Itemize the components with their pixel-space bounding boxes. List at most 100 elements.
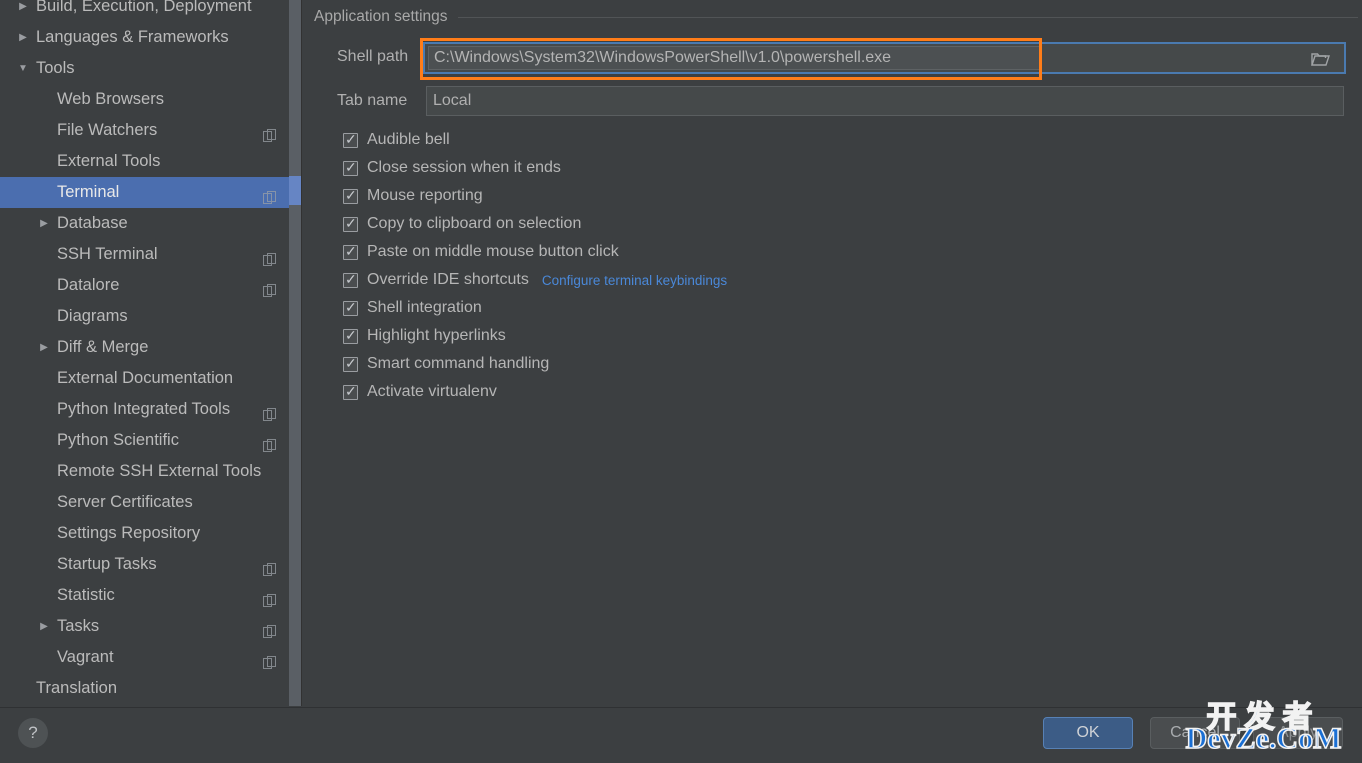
sidebar-item-diagrams[interactable]: Diagrams [0, 301, 289, 332]
sidebar-item-terminal[interactable]: Terminal [0, 177, 289, 208]
sidebar-item-web-browsers[interactable]: Web Browsers [0, 84, 289, 115]
sidebar-item-label: Python Integrated Tools [57, 400, 231, 418]
sidebar-item-external-tools[interactable]: External Tools [0, 146, 289, 177]
settings-category-tree[interactable]: ▶ Build, Execution, Deployment ▶ Languages … [0, 0, 289, 706]
sidebar-item-vagrant[interactable]: Vagrant [0, 642, 289, 673]
sidebar-item-label: Diagrams [57, 307, 128, 325]
chevron-right-icon[interactable]: ▶ [16, 22, 30, 53]
check-icon: ✓ [345, 270, 357, 287]
sidebar-item-server-certificates[interactable]: Server Certificates [0, 487, 289, 518]
checkbox-activate-virtualenv[interactable]: ✓ [343, 383, 358, 400]
sidebar-item-diff-merge[interactable]: ▶ Diff & Merge [0, 332, 289, 363]
sidebar-item-external-documentation[interactable]: External Documentation [0, 363, 289, 394]
shell-path-input[interactable]: C:\Windows\System32\WindowsPowerShell\v1… [428, 46, 1040, 70]
checkbox-label: Smart command handling [367, 355, 550, 372]
tab-name-label: Tab name [337, 92, 408, 109]
chevron-right-icon[interactable]: ▶ [37, 208, 51, 239]
check-icon: ✓ [345, 158, 357, 175]
sidebar-item-startup-tasks[interactable]: Startup Tasks [0, 549, 289, 580]
checkbox-audible-bell[interactable]: ✓ [343, 130, 358, 148]
sidebar-item-statistic[interactable]: Statistic [0, 580, 289, 611]
sidebar-item-translation[interactable]: Translation [0, 673, 289, 704]
sidebar-item-label: Translation [36, 679, 118, 697]
chevron-down-icon[interactable]: ▼ [16, 53, 30, 84]
checkbox-override-ide-shortcuts[interactable]: ✓ [343, 270, 358, 288]
section-header: Application settings [314, 6, 1358, 28]
chevron-right-icon[interactable]: ▶ [37, 611, 51, 642]
sidebar-item-label: Database [57, 214, 128, 232]
sidebar-item-label: Languages & Frameworks [36, 28, 229, 46]
sidebar-scrollbar-thumb[interactable] [289, 0, 301, 706]
sidebar-item-label: Remote SSH External Tools [57, 462, 262, 480]
copy-icon [263, 185, 277, 204]
folder-icon[interactable] [1310, 51, 1330, 68]
sidebar-item-label: Statistic [57, 586, 115, 604]
copy-icon [263, 650, 277, 669]
sidebar-item-python-scientific[interactable]: Python Scientific [0, 425, 289, 456]
sidebar-item-datalore[interactable]: Datalore [0, 270, 289, 301]
option-row[interactable]: ✓ Mouse reporting [343, 182, 1243, 210]
settings-dialog: ▶ Build, Execution, Deployment ▶ Languages … [0, 0, 1362, 763]
tab-name-row: Tab name Local [302, 86, 1362, 116]
configure-terminal-keybindings-link[interactable]: Configure terminal keybindings [542, 273, 727, 288]
checkbox-paste-on-middle-mouse-button-click[interactable]: ✓ [343, 242, 358, 260]
sidebar-item-label: Python Scientific [57, 431, 179, 449]
sidebar-item-label: Datalore [57, 276, 120, 294]
chevron-right-icon[interactable]: ▶ [16, 0, 30, 22]
sidebar-item-database[interactable]: ▶ Database [0, 208, 289, 239]
checkbox-label: Close session when it ends [367, 159, 561, 176]
option-row[interactable]: ✓ Shell integration [343, 294, 1243, 322]
sidebar-item-ssh-terminal[interactable]: SSH Terminal [0, 239, 289, 270]
sidebar-item-file-watchers[interactable]: File Watchers [0, 115, 289, 146]
check-icon: ✓ [345, 186, 357, 203]
check-icon: ✓ [345, 354, 357, 371]
sidebar-item-label: Terminal [57, 183, 120, 201]
cancel-button[interactable]: Cancel [1150, 717, 1240, 749]
checkbox-shell-integration[interactable]: ✓ [343, 298, 358, 316]
sidebar-item-python-integrated-tools[interactable]: Python Integrated Tools [0, 394, 289, 425]
terminal-settings-panel: Application settings Shell path C:\Windo… [302, 0, 1362, 706]
checkbox-label: Copy to clipboard on selection [367, 215, 582, 232]
apply-button[interactable]: Apply [1253, 717, 1343, 749]
checkbox-smart-command-handling[interactable]: ✓ [343, 354, 358, 372]
terminal-options-list: ✓ Audible bell ✓ Close session when it ends… [343, 126, 1243, 406]
check-icon: ✓ [345, 242, 357, 259]
copy-icon [263, 278, 277, 297]
sidebar-item-tasks[interactable]: ▶ Tasks [0, 611, 289, 642]
option-row[interactable]: ✓ Activate virtualenv [343, 378, 1243, 406]
checkbox-label: Audible bell [367, 131, 450, 148]
sidebar-scrollbar-thumb-highlight [289, 176, 301, 205]
sidebar-item-settings-repository[interactable]: Settings Repository [0, 518, 289, 549]
sidebar-item-tools[interactable]: ▼ Tools [0, 53, 289, 84]
checkbox-copy-to-clipboard-on-selection[interactable]: ✓ [343, 215, 358, 232]
check-icon: ✓ [345, 298, 357, 315]
option-row[interactable]: ✓ Audible bell [343, 126, 1243, 154]
sidebar-item-build-execution-deployment[interactable]: ▶ Build, Execution, Deployment [0, 0, 289, 22]
copy-icon [263, 619, 277, 638]
option-row[interactable]: ✓ Paste on middle mouse button click [343, 238, 1243, 266]
check-icon: ✓ [345, 130, 357, 147]
tab-name-input[interactable]: Local [426, 86, 1344, 116]
copy-icon [263, 588, 277, 607]
checkbox-close-session-when-it-ends[interactable]: ✓ [343, 158, 358, 176]
sidebar-item-remote-ssh-external-tools[interactable]: Remote SSH External Tools [0, 456, 289, 487]
sidebar-item-languages-frameworks[interactable]: ▶ Languages & Frameworks [0, 22, 289, 53]
sidebar-item-label: Web Browsers [57, 90, 164, 108]
checkbox-mouse-reporting[interactable]: ✓ [343, 186, 358, 204]
check-icon: ✓ [345, 326, 357, 343]
option-row[interactable]: ✓ Close session when it ends [343, 154, 1243, 182]
checkbox-label: Activate virtualenv [367, 383, 497, 400]
option-row[interactable]: ✓ Override IDE shortcuts Configure termina… [343, 266, 1243, 294]
option-row[interactable]: ✓ Smart command handling [343, 350, 1243, 378]
option-row[interactable]: ✓ Highlight hyperlinks [343, 322, 1243, 350]
checkbox-highlight-hyperlinks[interactable]: ✓ [343, 326, 358, 344]
option-row[interactable]: ✓ Copy to clipboard on selection [343, 210, 1243, 238]
shell-path-label: Shell path [337, 48, 409, 65]
sidebar-item-label: Build, Execution, Deployment [36, 0, 252, 15]
ok-button[interactable]: OK [1043, 717, 1133, 749]
checkbox-label: Paste on middle mouse button click [367, 243, 619, 260]
chevron-right-icon[interactable]: ▶ [37, 332, 51, 363]
help-button[interactable]: ? [18, 718, 48, 748]
sidebar-scrollbar-track[interactable] [289, 0, 301, 706]
shell-path-row: Shell path C:\Windows\System32\WindowsPo… [302, 42, 1362, 74]
